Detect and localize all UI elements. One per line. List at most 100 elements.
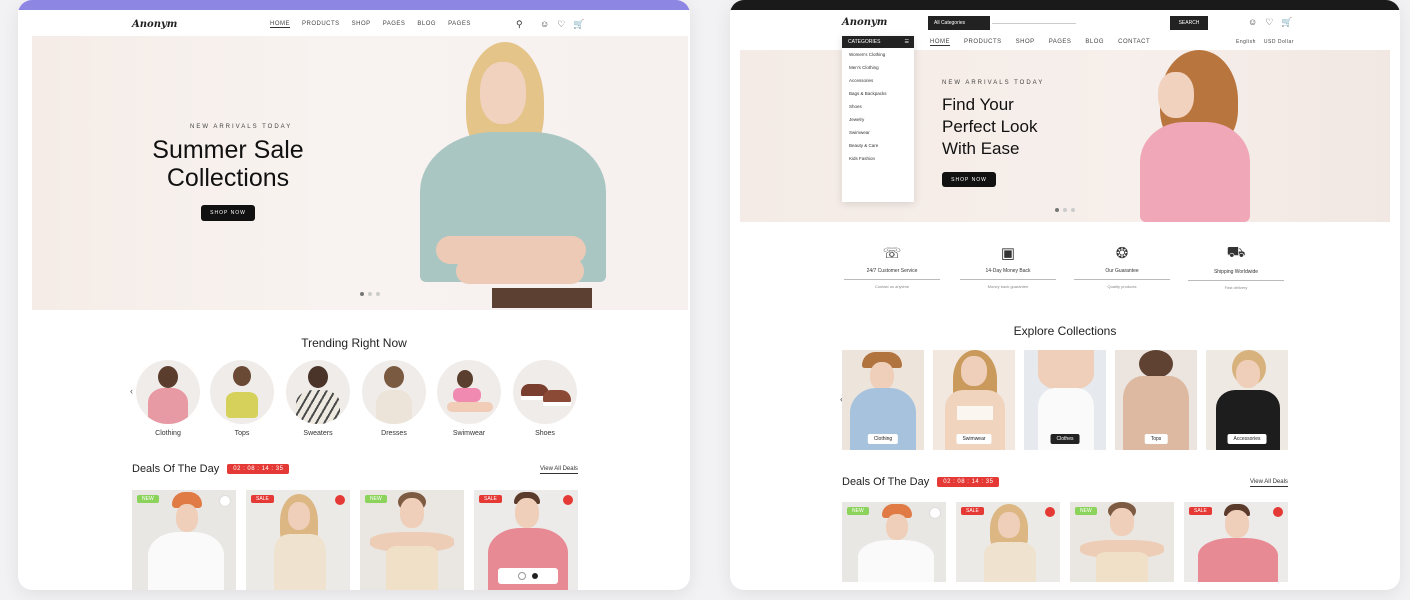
collection-label: Clothes bbox=[1050, 434, 1080, 444]
hero-pagination[interactable] bbox=[360, 292, 380, 296]
nav-item[interactable]: SHOP bbox=[1016, 39, 1035, 46]
wishlist-icon[interactable] bbox=[563, 495, 573, 505]
category-link[interactable]: Jewelry bbox=[842, 113, 914, 126]
hero-title: Summer Sale Collections bbox=[142, 136, 314, 192]
category-select[interactable]: All Categories bbox=[928, 16, 990, 30]
deals-title: Deals Of The Day bbox=[132, 463, 220, 475]
collection-card[interactable]: Tops bbox=[1115, 350, 1197, 450]
wishlist-icon[interactable] bbox=[335, 495, 345, 505]
search-input[interactable] bbox=[992, 23, 1076, 24]
view-all-link[interactable]: View All Deals bbox=[1250, 479, 1288, 487]
nav-item[interactable]: HOME bbox=[270, 21, 290, 28]
collection-card[interactable]: Swimwear bbox=[933, 350, 1015, 450]
shop-now-button[interactable]: SHOP NOW bbox=[201, 205, 255, 221]
hero-eyebrow: NEW ARRIVALS TODAY bbox=[190, 124, 293, 130]
collection-card[interactable]: Clothing bbox=[842, 350, 924, 450]
logo[interactable]: Anonym bbox=[842, 17, 887, 28]
new-badge: NEW bbox=[1075, 507, 1097, 515]
category-link[interactable]: Women's Clothing bbox=[842, 48, 914, 61]
nav-menu: HOME PRODUCTS SHOP PAGES BLOG PAGES bbox=[270, 21, 471, 28]
product-card[interactable]: SALE bbox=[1184, 502, 1288, 582]
search-button[interactable]: SEARCH bbox=[1170, 16, 1208, 30]
countdown-timer: 02 : 08 : 14 : 35 bbox=[227, 464, 290, 474]
nav-item[interactable]: PRODUCTS bbox=[964, 39, 1002, 46]
new-badge: NEW bbox=[137, 495, 159, 503]
logo[interactable]: Anonym bbox=[132, 19, 177, 30]
nav-item[interactable]: PAGES bbox=[383, 21, 406, 28]
new-badge: NEW bbox=[847, 507, 869, 515]
product-card[interactable]: NEW bbox=[132, 490, 236, 590]
category-item[interactable]: Swimwear bbox=[436, 360, 502, 437]
category-link[interactable]: Men's Clothing bbox=[842, 61, 914, 74]
nav-icons-right: ☺ ♡ 🛒 bbox=[1248, 17, 1293, 28]
currency-select[interactable]: USD Dollar bbox=[1264, 39, 1294, 45]
product-card[interactable]: SALE bbox=[474, 490, 578, 590]
categories-button[interactable]: CATEGORIES ☰ bbox=[842, 36, 914, 48]
nav-item[interactable]: SHOP bbox=[352, 21, 371, 28]
cart-icon[interactable] bbox=[532, 573, 538, 579]
hero-model-image bbox=[1128, 50, 1258, 222]
nav-item[interactable]: PRODUCTS bbox=[302, 21, 340, 28]
category-item[interactable]: Shoes bbox=[512, 360, 578, 437]
announcement-bar bbox=[730, 0, 1400, 10]
category-link[interactable]: Swimwear bbox=[842, 126, 914, 139]
category-link[interactable]: Bags & Backpacks bbox=[842, 87, 914, 100]
nav-item[interactable]: BLOG bbox=[1085, 39, 1104, 46]
user-icon[interactable]: ☺ bbox=[540, 19, 549, 30]
category-link[interactable]: Beauty & Care bbox=[842, 139, 914, 152]
wishlist-icon[interactable] bbox=[1045, 507, 1055, 517]
search-icon[interactable]: ⚲ bbox=[516, 19, 523, 30]
wishlist-icon[interactable] bbox=[1273, 507, 1283, 517]
heart-icon[interactable]: ♡ bbox=[1265, 17, 1273, 28]
product-card[interactable]: NEW bbox=[842, 502, 946, 582]
shop-now-button[interactable]: SHOP NOW bbox=[942, 172, 996, 187]
nav-item[interactable]: PAGES bbox=[448, 21, 471, 28]
eye-icon[interactable] bbox=[518, 572, 526, 580]
nav-item[interactable]: CONTACT bbox=[1118, 39, 1150, 46]
product-card[interactable]: SALE bbox=[956, 502, 1060, 582]
feature-money-back: ▣ 14-Day Money Back Money back guarantee bbox=[960, 244, 1056, 289]
category-item[interactable]: Tops bbox=[209, 360, 275, 437]
category-image bbox=[513, 360, 577, 424]
category-item[interactable]: Sweaters bbox=[285, 360, 351, 437]
chevron-left-icon[interactable]: ‹ bbox=[130, 386, 133, 396]
trending-title: Trending Right Now bbox=[301, 336, 407, 350]
sale-badge: SALE bbox=[251, 495, 274, 503]
cart-icon[interactable]: 🛒 bbox=[1281, 17, 1292, 28]
heart-icon[interactable]: ♡ bbox=[557, 19, 565, 30]
wishlist-icon[interactable] bbox=[929, 507, 941, 519]
hero-pagination[interactable] bbox=[1055, 208, 1075, 212]
collection-label: Swimwear bbox=[956, 434, 992, 444]
sale-badge: SALE bbox=[479, 495, 502, 503]
nav-item[interactable]: BLOG bbox=[417, 21, 436, 28]
hero-title-line: Collections bbox=[166, 164, 290, 192]
feature-customer-service: ☏ 24/7 Customer Service Contact us anyti… bbox=[844, 244, 940, 289]
view-all-link[interactable]: View All Deals bbox=[540, 466, 578, 474]
hero-title-line: With Ease bbox=[942, 139, 1020, 158]
product-card[interactable]: NEW bbox=[360, 490, 464, 590]
category-label: Dresses bbox=[381, 430, 407, 437]
deals-header: Deals Of The Day 02 : 08 : 14 : 35 bbox=[842, 476, 1000, 488]
hero-title-line: Find Your bbox=[942, 95, 1014, 114]
wishlist-icon[interactable] bbox=[219, 495, 231, 507]
user-icon[interactable]: ☺ bbox=[1248, 17, 1257, 28]
cart-icon[interactable]: 🛒 bbox=[573, 19, 584, 30]
category-link[interactable]: Accessories bbox=[842, 74, 914, 87]
deals-title: Deals Of The Day bbox=[842, 476, 930, 488]
product-card[interactable]: NEW bbox=[1070, 502, 1174, 582]
homepage-variant-right: Anonym All Categories SEARCH ☺ ♡ 🛒 HOME … bbox=[730, 0, 1400, 590]
nav-item[interactable]: PAGES bbox=[1049, 39, 1072, 46]
nav-icons: ⚲ bbox=[516, 19, 523, 30]
collection-card[interactable]: Clothes bbox=[1024, 350, 1106, 450]
language-select[interactable]: English bbox=[1236, 39, 1256, 45]
category-item[interactable]: Dresses bbox=[361, 360, 427, 437]
category-item[interactable]: Clothing bbox=[135, 360, 201, 437]
nav-item[interactable]: HOME bbox=[930, 39, 950, 46]
category-link[interactable]: Shoes bbox=[842, 100, 914, 113]
product-card[interactable]: SALE bbox=[246, 490, 350, 590]
collection-label: Tops bbox=[1144, 434, 1168, 444]
category-label: Clothing bbox=[155, 430, 181, 437]
collection-card[interactable]: Accessories bbox=[1206, 350, 1288, 450]
category-dropdown: CATEGORIES ☰ Women's Clothing Men's Cloth… bbox=[842, 36, 914, 202]
category-link[interactable]: Kids Fashion bbox=[842, 152, 914, 165]
